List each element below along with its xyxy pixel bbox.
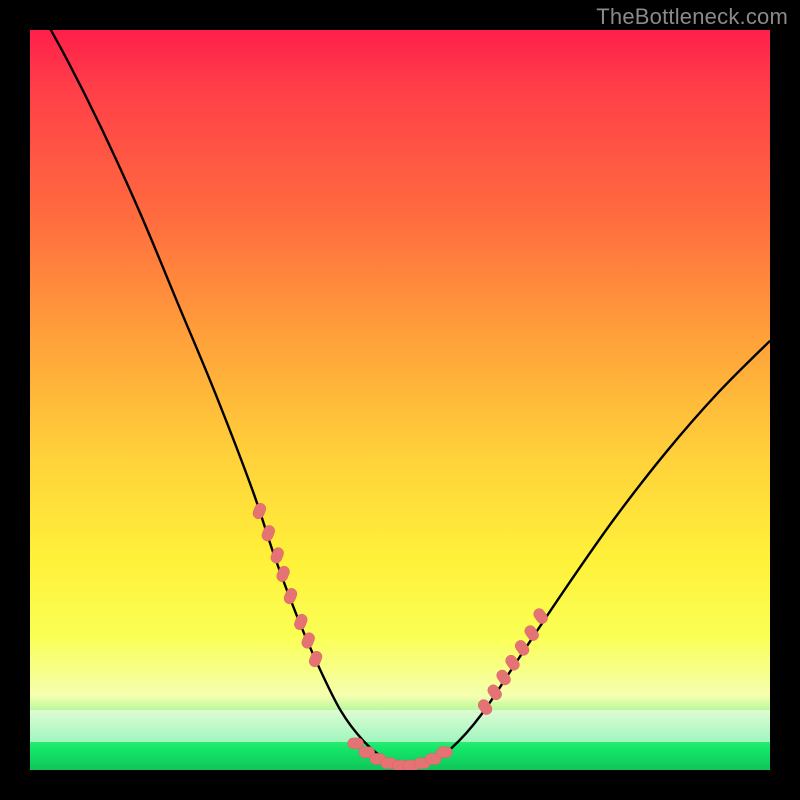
- chart-plot-area: [30, 30, 770, 770]
- watermark-text: TheBottleneck.com: [596, 4, 788, 30]
- data-marker: [532, 606, 550, 625]
- markers-left-group: [251, 502, 323, 669]
- data-marker: [293, 613, 309, 632]
- data-marker: [282, 587, 298, 606]
- data-marker: [503, 653, 521, 672]
- markers-right-group: [476, 606, 550, 716]
- data-marker: [251, 502, 267, 521]
- data-marker: [348, 738, 364, 749]
- data-marker: [513, 638, 531, 657]
- data-marker: [260, 524, 276, 543]
- data-marker: [436, 747, 452, 758]
- chart-frame: TheBottleneck.com: [0, 0, 800, 800]
- data-marker: [300, 631, 316, 650]
- markers-bottom-group: [348, 738, 453, 770]
- data-marker: [523, 623, 541, 642]
- chart-svg: [30, 30, 770, 770]
- bottleneck-curve: [30, 30, 770, 766]
- data-marker: [308, 650, 324, 669]
